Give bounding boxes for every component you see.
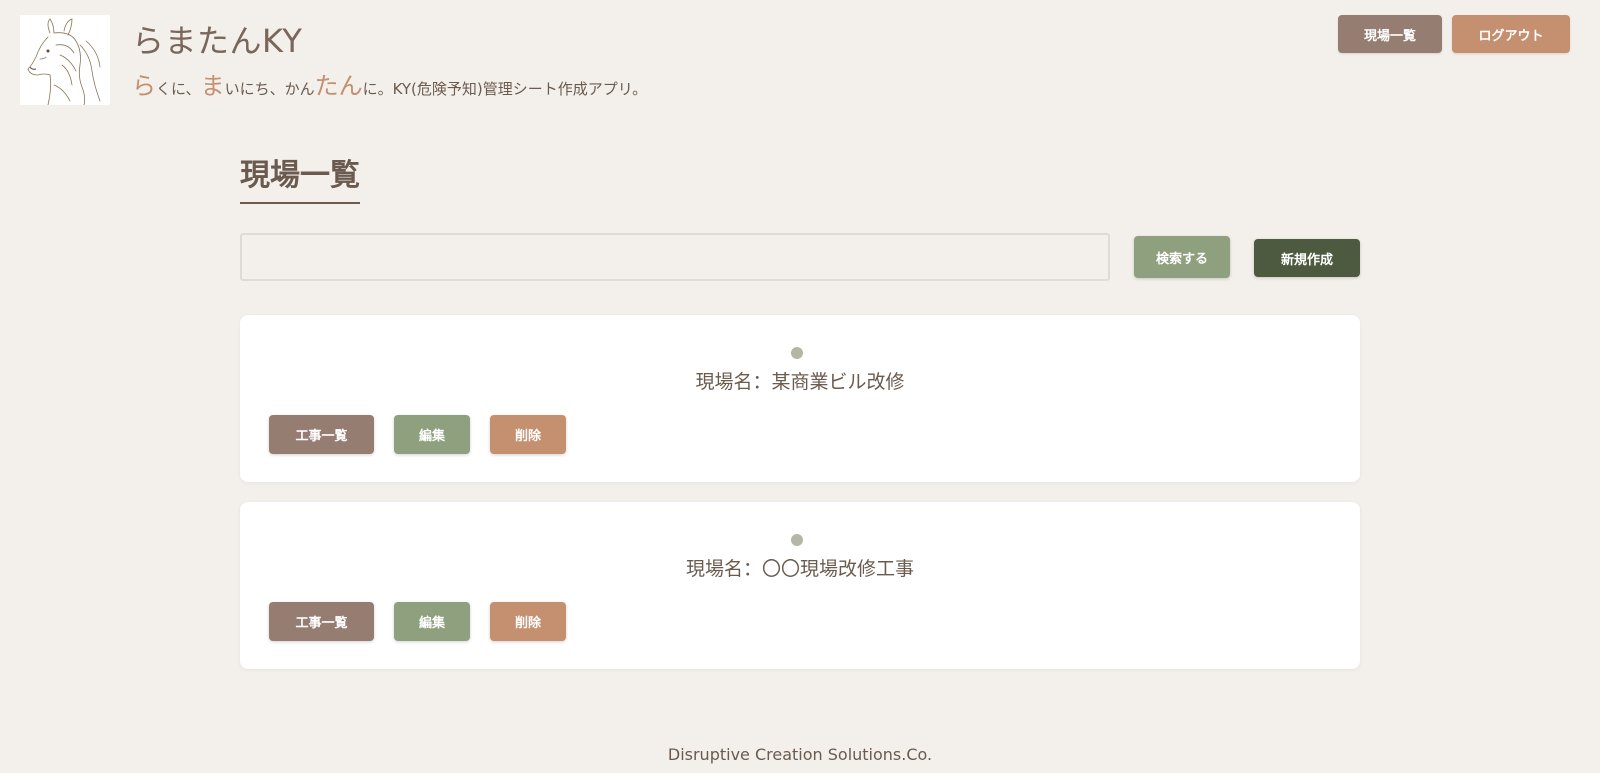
- tagline-accent-3: たん: [314, 72, 363, 100]
- alpaca-logo-icon[interactable]: [20, 15, 110, 105]
- app-title: らまたんKY: [132, 22, 303, 60]
- tagline-text-1: くに、: [156, 80, 201, 98]
- main-content: 現場一覧 検索する 新規作成 現場名：某商業ビル改修 工事一覧 編集 削除 現場…: [240, 150, 1360, 669]
- delete-button[interactable]: 削除: [490, 602, 566, 641]
- tagline-accent-1: ら: [132, 72, 156, 100]
- works-list-button[interactable]: 工事一覧: [269, 602, 374, 641]
- delete-button[interactable]: 削除: [490, 415, 566, 454]
- search-row: 検索する 新規作成: [240, 233, 1360, 281]
- site-card: 現場名：某商業ビル改修 工事一覧 編集 削除: [240, 315, 1360, 482]
- search-button[interactable]: 検索する: [1134, 236, 1230, 278]
- app-tagline: らくに、まいにち、かんたんに。KY(危険予知)管理シート作成アプリ。: [132, 66, 647, 101]
- header: らまたんKY らくに、まいにち、かんたんに。KY(危険予知)管理シート作成アプリ…: [0, 0, 1600, 110]
- page-title: 現場一覧: [240, 150, 360, 204]
- logout-button[interactable]: ログアウト: [1452, 15, 1570, 53]
- tagline-text-2: いにち、かん: [224, 80, 315, 98]
- dot-icon: [791, 534, 803, 546]
- edit-button[interactable]: 編集: [394, 602, 470, 641]
- works-list-button[interactable]: 工事一覧: [269, 415, 374, 454]
- dot-icon: [791, 347, 803, 359]
- site-name: 現場名：〇〇現場改修工事: [685, 558, 914, 580]
- site-name: 現場名：某商業ビル改修: [695, 371, 905, 393]
- edit-button[interactable]: 編集: [394, 415, 470, 454]
- footer-company: Disruptive Creation Solutions.Co.: [667, 745, 933, 764]
- site-card: 現場名：〇〇現場改修工事 工事一覧 編集 削除: [240, 502, 1360, 669]
- new-site-button[interactable]: 新規作成: [1254, 239, 1360, 277]
- nav-sites-button[interactable]: 現場一覧: [1338, 15, 1442, 53]
- tagline-text-3: に。KY(危険予知)管理シート作成アプリ。: [362, 80, 648, 98]
- tagline-accent-2: ま: [200, 72, 225, 100]
- search-input[interactable]: [240, 233, 1110, 281]
